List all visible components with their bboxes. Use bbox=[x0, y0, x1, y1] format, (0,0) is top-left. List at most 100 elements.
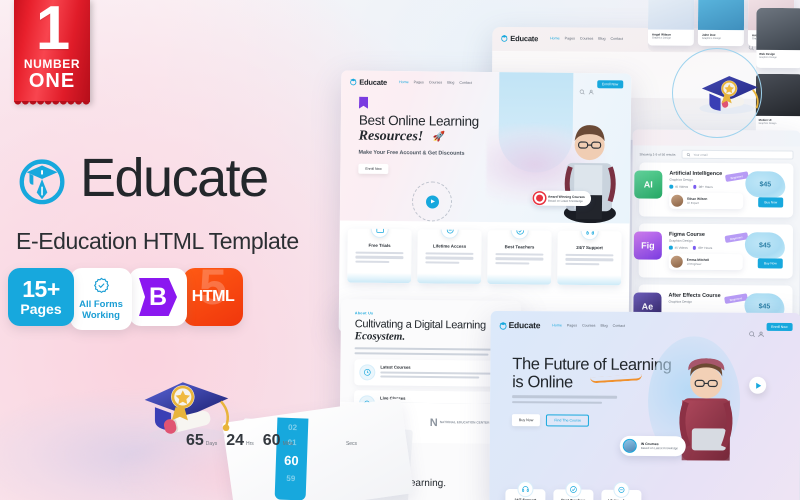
play-button-icon[interactable] bbox=[749, 376, 767, 394]
nav-link-contact[interactable]: Contact bbox=[610, 37, 622, 41]
feature-card[interactable]: Lifetime Access bbox=[417, 229, 482, 284]
thumb-photo bbox=[697, 0, 745, 31]
graduation-cap-icon bbox=[349, 78, 357, 86]
course-videos: 45 Videos bbox=[669, 185, 688, 189]
section-eyebrow: About Us bbox=[354, 311, 374, 316]
hero-paragraph bbox=[512, 395, 618, 407]
nav-links[interactable]: Home Pages Courses Blog Contact bbox=[550, 36, 623, 41]
play-button-icon[interactable] bbox=[425, 194, 439, 209]
table-row[interactable]: Fig Figma Course Graphics Design 45 Vide… bbox=[633, 223, 794, 279]
nec-mark-icon: N bbox=[429, 416, 438, 430]
nav-links[interactable]: Home Pages Courses Blog Contact bbox=[399, 80, 472, 85]
target-icon bbox=[533, 192, 546, 204]
search-placeholder: Your email bbox=[693, 152, 708, 157]
course-list-toolbar[interactable]: Showing 1-9 of 56 results Your email bbox=[632, 145, 800, 163]
buy-now-button[interactable]: Buy Now bbox=[758, 197, 784, 208]
site-nav[interactable]: Educate Home Pages Courses Blog Contact … bbox=[491, 311, 800, 337]
badge-pages-count: 15+ bbox=[22, 275, 60, 302]
user-icon[interactable] bbox=[757, 324, 764, 337]
nav-link-home[interactable]: Home bbox=[399, 80, 409, 84]
about-item[interactable]: Latest Courses bbox=[354, 359, 507, 388]
bootstrap-icon: B bbox=[139, 278, 177, 316]
video-icon bbox=[669, 184, 673, 189]
graduation-cap-icon bbox=[499, 321, 507, 330]
nav-actions[interactable]: Enroll Now bbox=[748, 322, 793, 337]
course-instructor: Ethan Wilson UI Expert bbox=[669, 192, 744, 210]
badge-forms-line1: All Forms bbox=[79, 299, 123, 310]
countdown-reel: 02 01 60 59 bbox=[274, 417, 309, 500]
hero-title: The Future of Learning is Online bbox=[512, 355, 671, 392]
list-item[interactable]: John Doe Graphics Design bbox=[697, 0, 745, 47]
nav-link-courses[interactable]: Courses bbox=[580, 37, 593, 41]
search-icon[interactable] bbox=[748, 324, 755, 337]
nav-link-home[interactable]: Home bbox=[552, 323, 562, 327]
nav-link-blog[interactable]: Blog bbox=[598, 37, 605, 41]
feature-card-title: Best Teachers bbox=[504, 244, 535, 250]
mockup-future-of-learning[interactable]: Educate Home Pages Courses Blog Contact … bbox=[489, 310, 800, 500]
nav-link-pages[interactable]: Pages bbox=[414, 80, 424, 84]
countdown-hours: 24 Hrs bbox=[226, 432, 254, 450]
nav-link-blog[interactable]: Blog bbox=[447, 81, 454, 85]
reel-value-1: 02 bbox=[287, 422, 298, 433]
countdown-hours-value: 24 bbox=[226, 432, 244, 449]
hero-cta-button[interactable]: Enroll Now bbox=[358, 163, 389, 174]
thumb-subtitle: Graphics Design bbox=[651, 36, 672, 40]
clock-icon bbox=[359, 364, 376, 381]
feature-card-text bbox=[565, 253, 614, 268]
nav-actions[interactable]: Enroll Now bbox=[579, 80, 624, 95]
nav-cta-button[interactable]: Enroll Now bbox=[596, 80, 624, 89]
section-paragraph bbox=[354, 347, 507, 356]
mockup-course-list[interactable]: Showing 1-9 of 56 results Your email AI … bbox=[631, 129, 800, 329]
nav-link-contact[interactable]: Contact bbox=[613, 324, 625, 328]
find-the-course-button[interactable]: Find The Course bbox=[546, 414, 590, 427]
nav-logo[interactable]: Educate bbox=[349, 77, 387, 86]
thumb-photo bbox=[647, 0, 695, 30]
nav-link-pages[interactable]: Pages bbox=[565, 36, 575, 40]
table-row[interactable]: AI Artificial Intelligence Graphics Desi… bbox=[634, 162, 794, 218]
nav-link-pages[interactable]: Pages bbox=[567, 323, 577, 327]
nav-logo[interactable]: Educate bbox=[500, 33, 539, 43]
bookmark-icon bbox=[359, 97, 368, 109]
nav-links[interactable]: Home Pages Courses Blog Contact bbox=[552, 323, 625, 328]
nav-link-blog[interactable]: Blog bbox=[600, 324, 607, 328]
feature-card-title: Lifetime Access bbox=[432, 243, 467, 249]
rocket-icon: 🚀 bbox=[432, 131, 446, 143]
countdown-days: 65 Days bbox=[186, 432, 217, 450]
about-item-lines bbox=[380, 371, 502, 379]
feature-card[interactable]: 24/7 Support bbox=[505, 481, 546, 500]
list-item[interactable]: Angel Wilson Graphics Design bbox=[647, 0, 695, 46]
course-badge-subtitle: Based on Latest Knowledge bbox=[640, 445, 679, 451]
buy-now-button[interactable]: Buy Now bbox=[511, 414, 541, 427]
site-nav[interactable]: Educate Home Pages Courses Blog Contact bbox=[341, 70, 631, 95]
feature-card[interactable]: Lifetime Access bbox=[601, 481, 642, 500]
avatar bbox=[671, 194, 684, 207]
nav-logo-text: Educate bbox=[510, 33, 539, 43]
search-input[interactable]: Your email bbox=[681, 149, 794, 160]
nav-link-contact[interactable]: Contact bbox=[459, 81, 471, 85]
nav-logo[interactable]: Educate bbox=[499, 320, 540, 330]
card-photo bbox=[756, 7, 800, 51]
countdown-days-label: Days bbox=[205, 441, 218, 447]
mockup-hero-main[interactable]: Educate Home Pages Courses Blog Contact bbox=[338, 70, 632, 336]
nav-cta-button[interactable]: Enroll Now bbox=[766, 322, 793, 332]
video-play-ring[interactable] bbox=[411, 181, 453, 222]
search-icon[interactable] bbox=[579, 81, 585, 95]
feature-card[interactable]: Best Teachers bbox=[487, 230, 552, 285]
nav-link-home[interactable]: Home bbox=[550, 36, 560, 40]
countdown-mins: 60 Mins bbox=[263, 432, 293, 450]
student-photo bbox=[666, 342, 745, 483]
feature-card[interactable]: Free Trials bbox=[347, 228, 412, 284]
nav-link-courses[interactable]: Courses bbox=[582, 324, 595, 328]
feature-card-text bbox=[425, 252, 474, 266]
ribbon-number: 1 bbox=[35, 0, 71, 63]
verified-badge-icon bbox=[93, 277, 110, 299]
nav-link-courses[interactable]: Courses bbox=[429, 80, 442, 84]
hero-buttons[interactable]: Buy Now Find The Course bbox=[511, 414, 590, 427]
user-icon[interactable] bbox=[588, 82, 594, 94]
feature-card[interactable]: 24/7 Support bbox=[557, 230, 622, 286]
feature-card[interactable]: Best Teachers bbox=[553, 481, 594, 500]
hero-title-italic: Resources! bbox=[358, 128, 424, 145]
buy-now-button[interactable]: Buy Now bbox=[757, 258, 783, 269]
infinity-icon bbox=[613, 481, 630, 498]
clock-icon bbox=[692, 246, 697, 250]
